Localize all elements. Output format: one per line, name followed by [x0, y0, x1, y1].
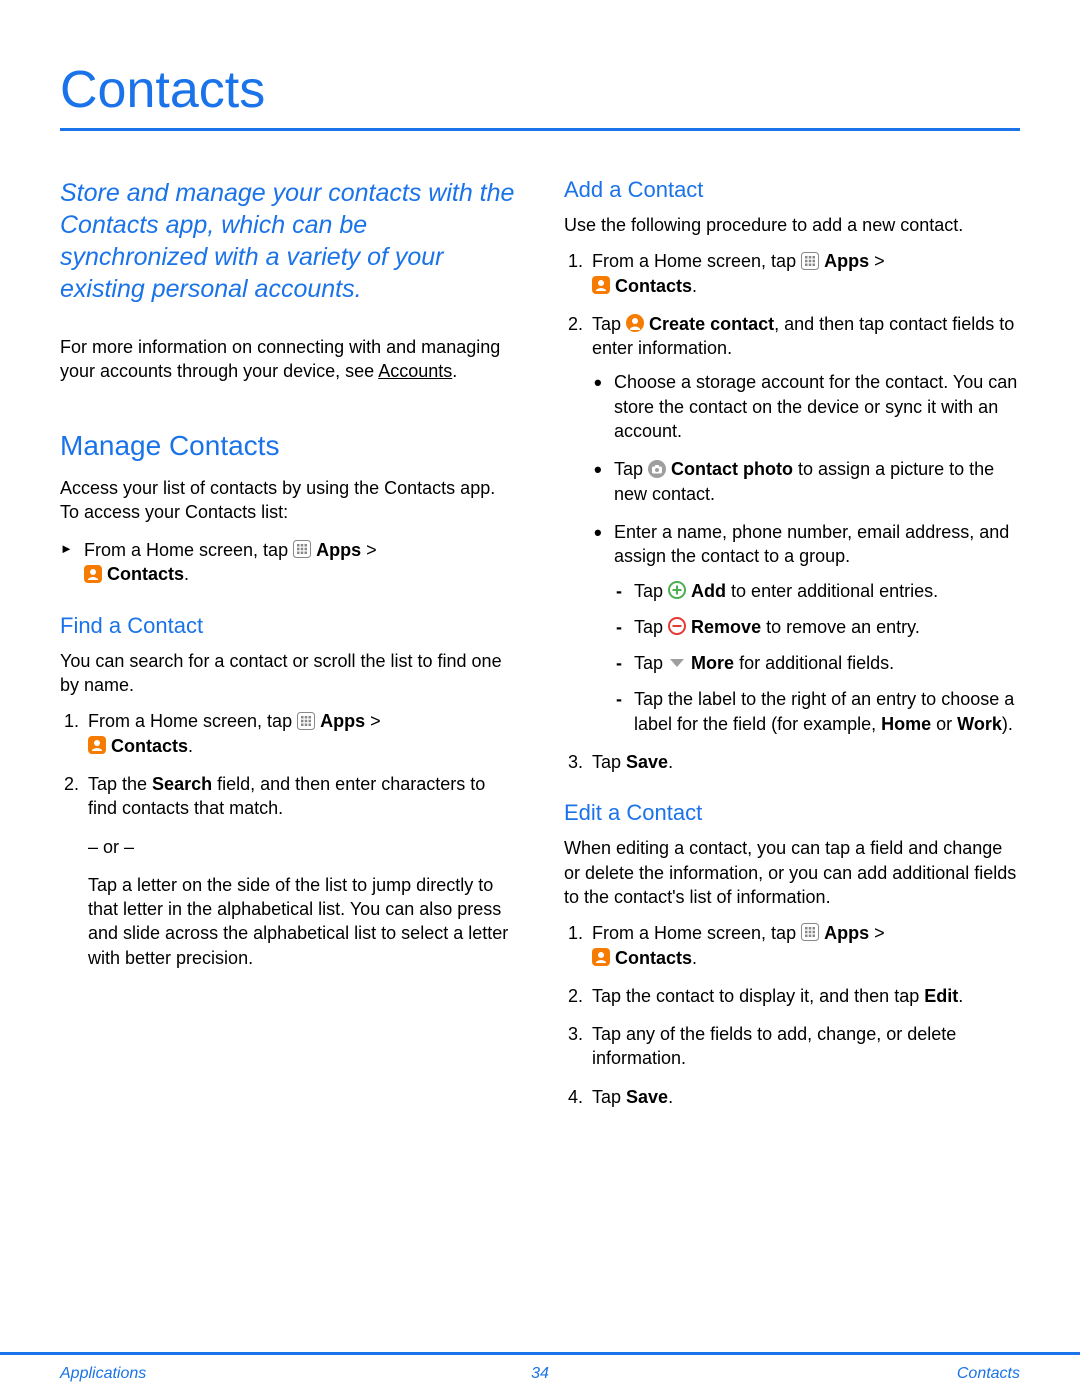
minus-icon [668, 617, 686, 635]
list-item: Tap Add to enter additional entries. [634, 579, 1020, 603]
list-item: Tap the Search field, and then enter cha… [84, 772, 516, 970]
page-title: Contacts [60, 60, 1020, 131]
edit-steps: From a Home screen, tap Apps > Contacts.… [564, 921, 1020, 1109]
chevron-down-icon [668, 653, 686, 671]
list-item: Tap the label to the right of an entry t… [634, 687, 1020, 736]
page: Contacts Store and manage your contacts … [0, 0, 1080, 1397]
list-item: Tap any of the fields to add, change, or… [588, 1022, 1020, 1071]
left-column: Store and manage your contacts with the … [60, 177, 516, 1123]
add-contact-heading: Add a Contact [564, 177, 1020, 203]
create-contact-icon [626, 314, 644, 332]
apps-icon [801, 252, 819, 270]
more-info-text: For more information on connecting with … [60, 335, 516, 384]
find-contact-text: You can search for a contact or scroll t… [60, 649, 516, 698]
apps-icon [297, 712, 315, 730]
list-item: Tap Create contact, and then tap contact… [588, 312, 1020, 736]
list-item: From a Home screen, tap Apps > Contacts. [588, 249, 1020, 298]
list-item: Tap More for additional fields. [634, 651, 1020, 675]
or-divider: – or – [88, 835, 516, 859]
list-item: From a Home screen, tap Apps > Contacts. [84, 709, 516, 758]
field-actions: Tap Add to enter additional entries. Tap… [614, 579, 1020, 736]
add-contact-text: Use the following procedure to add a new… [564, 213, 1020, 237]
list-item: Tap Save. [588, 1085, 1020, 1109]
manage-steps: From a Home screen, tap Apps > Contacts. [60, 538, 516, 587]
list-item: From a Home screen, tap Apps > Contacts. [588, 921, 1020, 970]
plus-icon [668, 581, 686, 599]
list-item: Choose a storage account for the contact… [614, 370, 1020, 443]
apps-icon [801, 923, 819, 941]
list-item: Tap Remove to remove an entry. [634, 615, 1020, 639]
accounts-link[interactable]: Accounts [378, 361, 452, 381]
edit-contact-text: When editing a contact, you can tap a fi… [564, 836, 1020, 909]
apps-icon [293, 540, 311, 558]
list-item: From a Home screen, tap Apps > Contacts. [84, 538, 516, 587]
footer-left: Applications [60, 1365, 380, 1383]
intro-summary: Store and manage your contacts with the … [60, 177, 516, 305]
contacts-icon [84, 565, 102, 583]
manage-contacts-heading: Manage Contacts [60, 430, 516, 462]
camera-icon [648, 460, 666, 478]
find-alt-text: Tap a letter on the side of the list to … [88, 873, 516, 970]
contacts-icon [592, 276, 610, 294]
list-item: Enter a name, phone number, email addres… [614, 520, 1020, 736]
contacts-icon [592, 948, 610, 966]
list-item: Tap the contact to display it, and then … [588, 984, 1020, 1008]
content-columns: Store and manage your contacts with the … [60, 177, 1020, 1123]
footer: Applications 34 Contacts [0, 1352, 1080, 1397]
footer-page-number: 34 [380, 1365, 700, 1383]
list-item: Tap Save. [588, 750, 1020, 774]
list-item: Tap Contact photo to assign a picture to… [614, 457, 1020, 506]
right-column: Add a Contact Use the following procedur… [564, 177, 1020, 1123]
edit-contact-heading: Edit a Contact [564, 800, 1020, 826]
find-steps: From a Home screen, tap Apps > Contacts.… [60, 709, 516, 970]
manage-contacts-text: Access your list of contacts by using th… [60, 476, 516, 525]
footer-right: Contacts [700, 1365, 1020, 1383]
add-substeps: Choose a storage account for the contact… [592, 370, 1020, 736]
contacts-icon [88, 736, 106, 754]
add-steps: From a Home screen, tap Apps > Contacts.… [564, 249, 1020, 774]
find-contact-heading: Find a Contact [60, 613, 516, 639]
